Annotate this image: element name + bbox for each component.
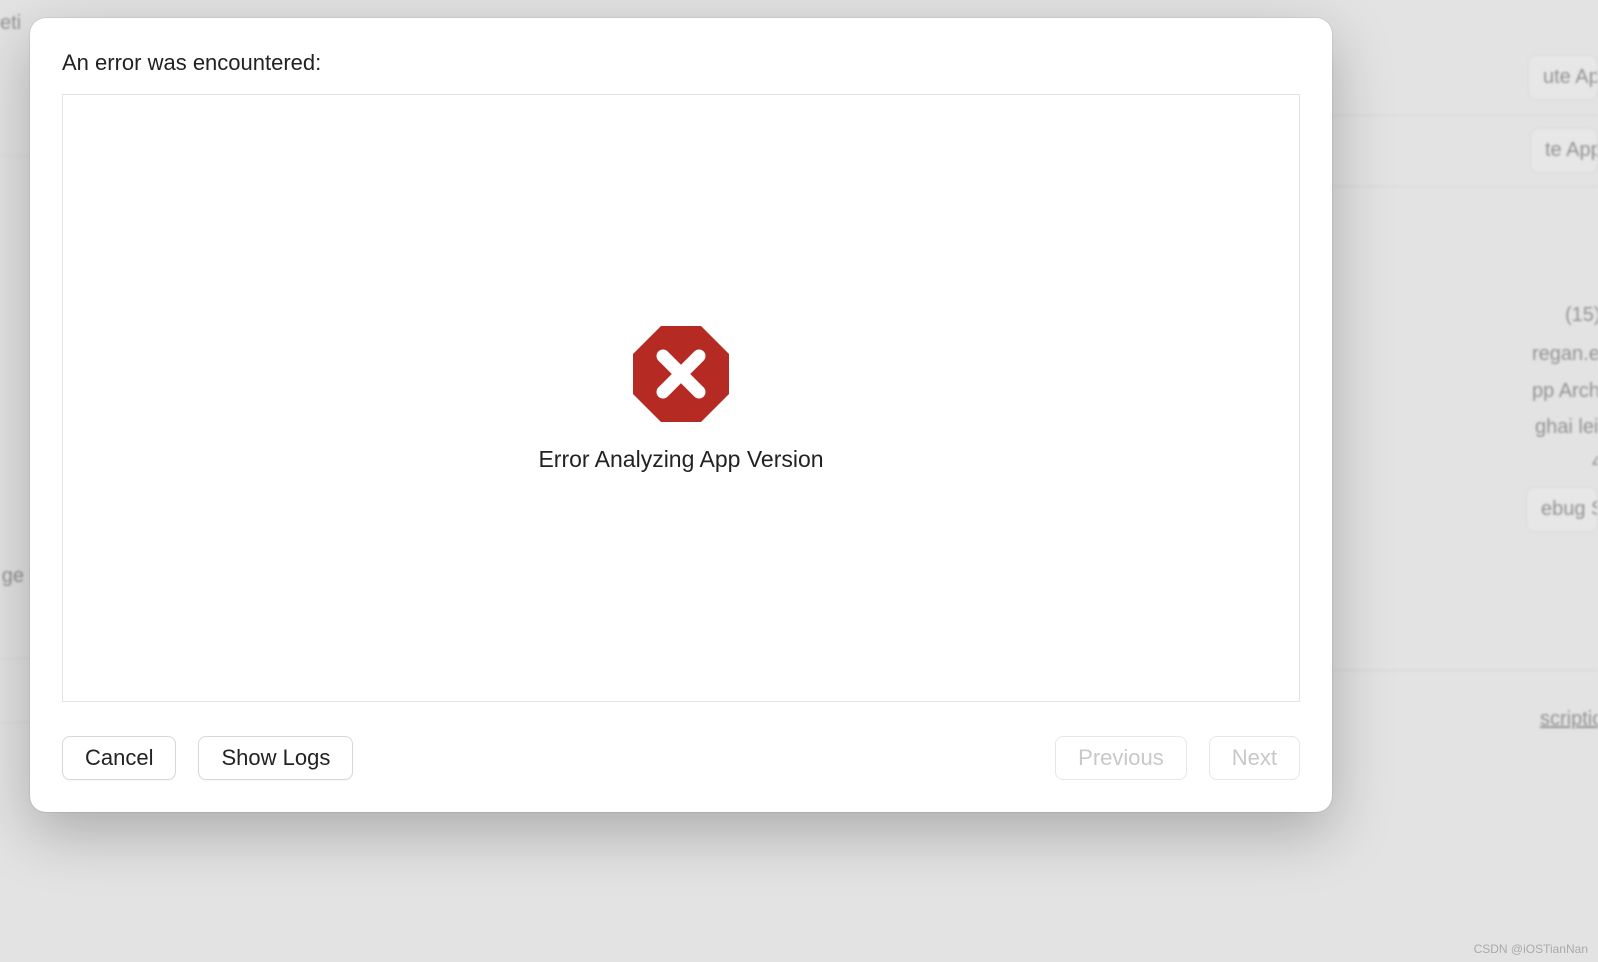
modal-content-box: Error Analyzing App Version <box>62 94 1300 702</box>
watermark: CSDN @iOSTianNan <box>1474 942 1588 956</box>
error-message-text: Error Analyzing App Version <box>538 446 823 473</box>
show-logs-button[interactable]: Show Logs <box>198 736 353 780</box>
next-button[interactable]: Next <box>1209 736 1300 780</box>
cancel-button[interactable]: Cancel <box>62 736 176 780</box>
modal-footer: Cancel Show Logs Previous Next <box>62 736 1300 780</box>
previous-button[interactable]: Previous <box>1055 736 1187 780</box>
modal-title: An error was encountered: <box>62 50 1300 76</box>
error-dialog: An error was encountered: Error Analyzin… <box>30 18 1332 812</box>
error-icon <box>630 324 732 424</box>
